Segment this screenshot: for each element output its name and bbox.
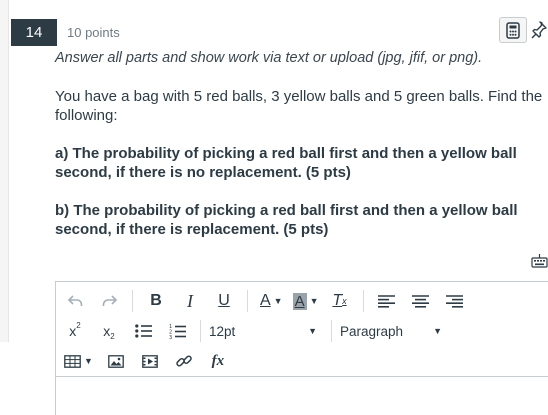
subscript-icon[interactable]: x2 — [98, 318, 120, 344]
equation-icon[interactable]: fx — [207, 348, 229, 374]
clear-formatting-icon[interactable]: Tx — [329, 288, 351, 314]
undo-icon[interactable] — [64, 288, 86, 314]
part-b-line: second, if there is replacement. (5 pts) — [55, 221, 329, 238]
part-a-line: second, if there is no replacement. (5 p… — [55, 164, 351, 181]
toolbar-row-3: ▼ fx — [64, 346, 241, 376]
align-right-icon[interactable] — [444, 288, 466, 314]
keyboard-shortcuts-icon[interactable] — [531, 254, 548, 268]
redo-icon[interactable] — [98, 288, 120, 314]
table-icon — [64, 354, 81, 368]
bold-icon[interactable]: B — [145, 288, 167, 314]
chevron-down-icon: ▼ — [433, 326, 442, 336]
font-size-value: 12pt — [209, 323, 236, 339]
part-a-line: a) The probability of picking a red ball… — [55, 145, 517, 162]
highlight-icon: A — [292, 292, 307, 310]
superscript-icon[interactable]: x2 — [64, 318, 86, 344]
font-size-select[interactable]: 12pt ▼ — [203, 318, 323, 344]
toolbar-row-1: B I U A ▼ A ▼ Tx — [64, 286, 478, 316]
toolbar-divider — [132, 290, 133, 312]
image-icon[interactable] — [105, 348, 127, 374]
block-format-select[interactable]: Paragraph ▼ — [334, 318, 448, 344]
bullet-list-icon[interactable] — [132, 318, 154, 344]
chevron-down-icon: ▼ — [84, 356, 93, 366]
table-button[interactable]: ▼ — [64, 348, 93, 374]
problem-line: You have a bag with 5 red balls, 3 yello… — [55, 88, 543, 105]
left-rail — [0, 0, 9, 342]
question-points: 10 points — [67, 25, 120, 40]
pin-icon — [531, 21, 547, 39]
question-number: 14 — [11, 19, 57, 46]
italic-icon[interactable]: I — [179, 288, 201, 314]
media-icon[interactable] — [139, 348, 161, 374]
chevron-down-icon: ▼ — [308, 326, 317, 336]
toolbar-row-2: x2 x2 123 12pt ▼ Paragraph ▼ — [64, 316, 456, 346]
block-format-value: Paragraph — [340, 323, 404, 339]
underline-icon[interactable]: U — [213, 288, 235, 314]
pin-button[interactable] — [529, 18, 548, 42]
editor-text-area[interactable] — [56, 378, 548, 415]
question-content: Answer all parts and show work via text … — [55, 49, 548, 239]
text-color-icon: A — [260, 292, 271, 309]
calculator-icon — [506, 21, 520, 39]
svg-text:3: 3 — [169, 335, 172, 339]
toolbar-divider — [362, 290, 364, 312]
part-b: b) The probability of picking a red ball… — [55, 201, 548, 239]
align-center-icon[interactable] — [410, 288, 432, 314]
chevron-down-icon: ▼ — [309, 296, 319, 306]
highlight-color-button[interactable]: A ▼ — [292, 288, 319, 314]
problem-statement: You have a bag with 5 red balls, 3 yello… — [55, 87, 548, 125]
numbered-list-icon[interactable]: 123 — [166, 318, 188, 344]
editor-toolbar: B I U A ▼ A ▼ Tx x 2 x 2 1 2 3 12pt ▼ Pa… — [56, 282, 548, 377]
part-a: a) The probability of picking a red ball… — [55, 144, 548, 182]
align-left-icon[interactable] — [376, 288, 398, 314]
link-icon[interactable] — [173, 348, 195, 374]
toolbar-divider — [331, 320, 332, 342]
calculator-button[interactable] — [499, 17, 527, 43]
chevron-down-icon: ▼ — [273, 296, 283, 306]
text-color-button[interactable]: A ▼ — [260, 288, 283, 314]
rich-text-editor[interactable]: B I U A ▼ A ▼ Tx x 2 x 2 1 2 3 12pt ▼ Pa… — [55, 281, 548, 415]
part-b-line: b) The probability of picking a red ball… — [55, 202, 518, 219]
instructions-text: Answer all parts and show work via text … — [55, 50, 483, 66]
toolbar-divider — [200, 320, 201, 342]
toolbar-divider — [247, 290, 248, 312]
problem-line: following: — [55, 107, 118, 124]
